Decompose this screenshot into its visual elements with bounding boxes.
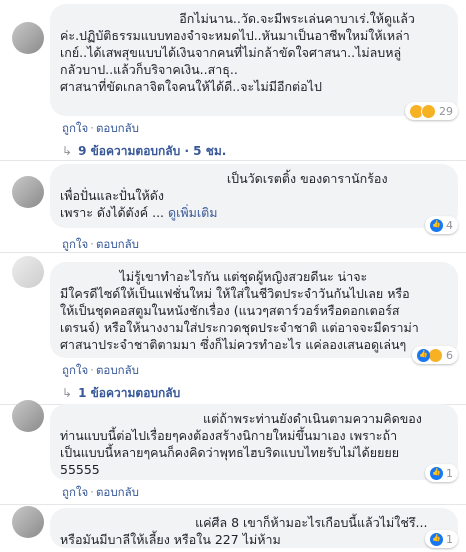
replies-label[interactable]: 1 ข้อความตอบกลับ [78,386,180,400]
avatar[interactable] [12,176,44,208]
comment-line: หรือมันมีบาลีให้เลี้ยง หรือใน 227 ไม่ห้า… [60,532,281,547]
comment-line: ให้เป็นชุดคอสตูมในหนังชักเรื่อง (แนวๆสตา… [60,303,400,318]
reaction-summary[interactable]: 1 [425,464,458,482]
comment-line: เพราะ ดังได้ตังค์ ... ดูเพิ่มเติม [60,205,218,220]
comment-bubble: ไม่รู้เขาทำอะไรกัน แต่ชุดผู้หญิงสวยดีนะ … [50,262,458,358]
avatar[interactable] [12,506,44,538]
view-replies-link[interactable]: ↳ 1 ข้อความตอบกลับ [62,384,180,403]
reaction-count: 6 [446,348,453,362]
comment-line: แต่ถ้าพระท่านยังดำเนินตามความคิดของ [60,411,422,426]
reaction-count: 1 [446,466,453,480]
comment-line: เป็นวัดเรตติ้ง ของดารานักร้อง [60,171,388,186]
like-link[interactable]: ถูกใจ [62,485,88,499]
like-reaction-icon [430,218,443,232]
like-link[interactable]: ถูกใจ [62,363,88,377]
like-link[interactable]: ถูกใจ [62,121,88,135]
like-link[interactable]: ถูกใจ [62,237,88,251]
reply-arrow-icon: ↳ [62,144,73,158]
comment-line: ศาสนาประจำชาติตามมา ซึ่งก็ไม่ควรทำอะไร แ… [60,337,407,352]
like-reaction-icon [430,532,443,546]
comment-text: แค่ศีล 8 เขาก็ห้ามอะไรเกือบนี้แล้วไม่ใช่… [60,514,448,548]
comment-line: ท่านแบบนี้ต่อไปเรื่อยๆคงต้องสร้างนิกายให… [60,428,398,443]
comment-text: แต่ถ้าพระท่านยังดำเนินตามความคิดของท่านแ… [60,410,448,478]
comment-text: ไม่รู้เขาทำอะไรกัน แต่ชุดผู้หญิงสวยดีนะ … [60,268,448,353]
comment-text: อีกไม่นาน..วัด.จะมีพระเล่นคาบาเร่.ให้ดูแ… [60,10,448,95]
comment-actions: ถูกใจ · ตอบกลับ [62,363,139,377]
comment-bubble: อีกไม่นาน..วัด.จะมีพระเล่นคาบาเร่.ให้ดูแ… [50,4,458,116]
reaction-count: 1 [446,532,453,546]
comment-line: เกย์..ได้เสพสุขแบบได้เงินจากคนที่ไม่กล้า… [60,45,402,60]
comment-line: แค่ศีล 8 เขาก็ห้ามอะไรเกือบนี้แล้วไม่ใช่… [60,515,428,530]
reaction-summary[interactable]: 1 [425,530,458,548]
comment-line: อีกไม่นาน..วัด.จะมีพระเล่นคาบาเร่.ให้ดูแ… [60,11,415,26]
reply-link[interactable]: ตอบกลับ [96,121,139,135]
see-more-link[interactable]: ดูเพิ่มเติม [164,205,218,220]
reaction-summary[interactable]: 4 [425,216,458,234]
comment-line: ค่ะ.ปฏิบัติธรรมแบบทองจำจะหมดไป..หันมาเป็… [60,28,410,43]
divider [0,504,466,505]
replies-label[interactable]: 9 ข้อความตอบกลับ · 5 ชม. [78,144,226,158]
comment-line: กลัวบาป..แล้วก็บริจาคเงิน..สาธุ.. [60,62,238,77]
comment-line: ไม่รู้เขาทำอะไรกัน แต่ชุดผู้หญิงสวยดีนะ … [60,269,368,284]
reply-arrow-icon: ↳ [62,386,73,400]
wow-reaction-icon [421,103,436,119]
like-reaction-icon [417,348,430,362]
reply-link[interactable]: ตอบกลับ [96,237,139,251]
haha-reaction-icon [428,347,443,363]
comment-bubble: แต่ถ้าพระท่านยังดำเนินตามความคิดของท่านแ… [50,404,458,480]
comment-line: ศาสนาที่ขัดเกลาจิตใจคนให้ได้ดี..จะไม่มีอ… [60,79,322,94]
reaction-count: 4 [446,218,453,232]
comment-line: เป็นแบบนี้หลายๆคนก็คงคิดว่าพุทธไฮบริดแบบ… [60,445,400,460]
comment-line: 55555 [60,462,100,477]
avatar[interactable] [12,400,44,432]
comment-line: เพื่อปั่นและปั่นให้ดัง [60,188,164,203]
view-replies-link[interactable]: ↳ 9 ข้อความตอบกลับ · 5 ชม. [62,142,226,161]
reaction-count: 29 [439,104,453,118]
comment-bubble: แค่ศีล 8 เขาก็ห้ามอะไรเกือบนี้แล้วไม่ใช่… [50,508,458,548]
avatar[interactable] [12,256,44,288]
comment-bubble: เป็นวัดเรตติ้ง ของดารานักร้องเพื่อปั่นแล… [50,164,458,228]
comment-text: เป็นวัดเรตติ้ง ของดารานักร้องเพื่อปั่นแล… [60,170,448,221]
comment-line: มีใครดีไซด์ให้เป็นแฟชั่นใหม่ ให้ใส่ในชีว… [60,286,410,301]
comment-actions: ถูกใจ · ตอบกลับ [62,485,139,499]
reaction-summary[interactable]: 6 [412,346,458,364]
avatar[interactable] [12,22,44,54]
like-reaction-icon [430,466,443,480]
divider [0,160,466,161]
divider [0,252,466,253]
comment-actions: ถูกใจ · ตอบกลับ [62,121,139,135]
reaction-summary[interactable]: 29 [405,102,458,120]
comment-line: เตรนจ์) หรือให้นางงามใส่ประกวดชุดประจำชา… [60,320,419,335]
reply-link[interactable]: ตอบกลับ [96,363,139,377]
reply-link[interactable]: ตอบกลับ [96,485,139,499]
